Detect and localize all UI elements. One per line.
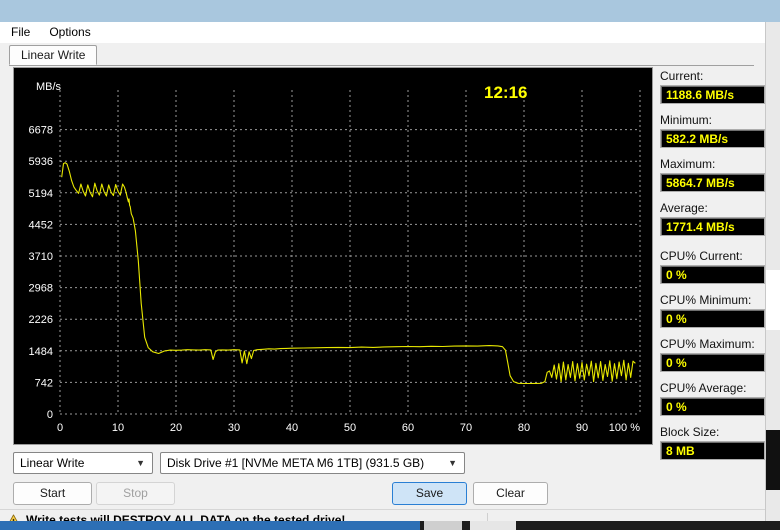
- background-window-right-dark: [766, 430, 780, 490]
- stat-minimum-value: 582.2 MB/s: [660, 129, 765, 148]
- statistics-sidebar: Current: 1188.6 MB/s Minimum: 582.2 MB/s…: [660, 69, 765, 469]
- stat-average: Average: 1771.4 MB/s: [660, 201, 765, 236]
- y-tick-label: 4452: [29, 219, 53, 231]
- x-tick-label: 0: [57, 422, 63, 434]
- y-tick-label: 2968: [29, 283, 53, 295]
- stat-cpu-maximum-label: CPU% Maximum:: [660, 337, 755, 351]
- stat-cpu-current-label: CPU% Current:: [660, 249, 743, 263]
- x-tick-label: 50: [344, 422, 356, 434]
- stat-average-label: Average:: [660, 201, 708, 215]
- stat-average-value: 1771.4 MB/s: [660, 217, 765, 236]
- benchmark-graph: 0 742 1484 2226 2968 3710 4452 5194 5936 6678 0 10…: [13, 67, 653, 445]
- stat-cpu-average: CPU% Average: 0 %: [660, 381, 765, 416]
- stat-cpu-average-value: 0 %: [660, 397, 765, 416]
- test-type-select[interactable]: Linear Write ▼: [13, 452, 153, 474]
- background-tile-a: [424, 521, 462, 530]
- y-tick-label: 5194: [29, 188, 53, 200]
- y-tick-label: 3710: [29, 251, 53, 263]
- stat-block-size-label: Block Size:: [660, 425, 720, 439]
- y-tick-label: 0: [47, 409, 53, 421]
- stat-minimum-label: Minimum:: [660, 113, 713, 127]
- background-window-right-pane: [766, 270, 780, 330]
- drive-select[interactable]: Disk Drive #1 [NVMe META M6 1TB] (931.5 …: [160, 452, 465, 474]
- x-tick-label: 70: [460, 422, 472, 434]
- clear-button[interactable]: Clear: [473, 482, 548, 505]
- background-tile-b: [470, 521, 516, 530]
- stat-cpu-minimum-value: 0 %: [660, 309, 765, 328]
- desktop-top-strip: [0, 0, 780, 22]
- stat-cpu-minimum: CPU% Minimum: 0 %: [660, 293, 765, 328]
- menu-bar: File Options: [0, 22, 765, 43]
- stat-cpu-maximum: CPU% Maximum: 0 %: [660, 337, 765, 372]
- elapsed-timer: 12:16: [484, 83, 527, 102]
- y-tick-label: 2226: [29, 314, 53, 326]
- y-tick-label: 1484: [29, 346, 53, 358]
- stat-cpu-maximum-value: 0 %: [660, 353, 765, 372]
- stat-cpu-current: CPU% Current: 0 %: [660, 249, 765, 284]
- x-tick-label: 90: [576, 422, 588, 434]
- control-panel: Linear Write ▼ Disk Drive #1 [NVMe META …: [0, 452, 765, 507]
- x-tick-label: 100 %: [609, 422, 640, 434]
- y-tick-label: 6678: [29, 125, 53, 137]
- x-tick-label: 20: [170, 422, 182, 434]
- stat-cpu-minimum-label: CPU% Minimum:: [660, 293, 752, 307]
- menu-options[interactable]: Options: [47, 23, 98, 42]
- stat-maximum-value: 5864.7 MB/s: [660, 173, 765, 192]
- x-tick-label: 30: [228, 422, 240, 434]
- stat-minimum: Minimum: 582.2 MB/s: [660, 113, 765, 148]
- stop-button: Stop: [96, 482, 175, 505]
- x-tick-label: 80: [518, 422, 530, 434]
- x-tick-label: 40: [286, 422, 298, 434]
- x-tick-label: 10: [112, 422, 124, 434]
- x-tick-label: 60: [402, 422, 414, 434]
- stat-cpu-current-value: 0 %: [660, 265, 765, 284]
- test-type-value: Linear Write: [20, 456, 85, 470]
- save-button[interactable]: Save: [392, 482, 467, 505]
- tab-strip: Linear Write: [9, 45, 754, 66]
- stat-maximum-label: Maximum:: [660, 157, 716, 171]
- background-taskbar-strip: [0, 521, 420, 530]
- graph-y-axis-unit: MB/s: [36, 81, 62, 93]
- drive-select-value: Disk Drive #1 [NVMe META M6 1TB] (931.5 …: [167, 456, 425, 470]
- y-tick-label: 742: [35, 377, 53, 389]
- stat-cpu-average-label: CPU% Average:: [660, 381, 747, 395]
- chevron-down-icon: ▼: [448, 458, 457, 468]
- stat-current: Current: 1188.6 MB/s: [660, 69, 765, 104]
- menu-file[interactable]: File: [9, 23, 38, 42]
- diskspd-main-window: File Options Linear Write 0 742 1484 2226 29…: [0, 22, 766, 530]
- tab-linear-write[interactable]: Linear Write: [9, 45, 98, 65]
- start-button[interactable]: Start: [13, 482, 92, 505]
- stat-current-label: Current:: [660, 69, 704, 83]
- y-tick-label: 5936: [29, 156, 53, 168]
- stat-current-value: 1188.6 MB/s: [660, 85, 765, 104]
- graph-canvas: 0 742 1484 2226 2968 3710 4452 5194 5936 6678 0 10…: [14, 68, 652, 444]
- stat-maximum: Maximum: 5864.7 MB/s: [660, 157, 765, 192]
- chevron-down-icon: ▼: [136, 458, 145, 468]
